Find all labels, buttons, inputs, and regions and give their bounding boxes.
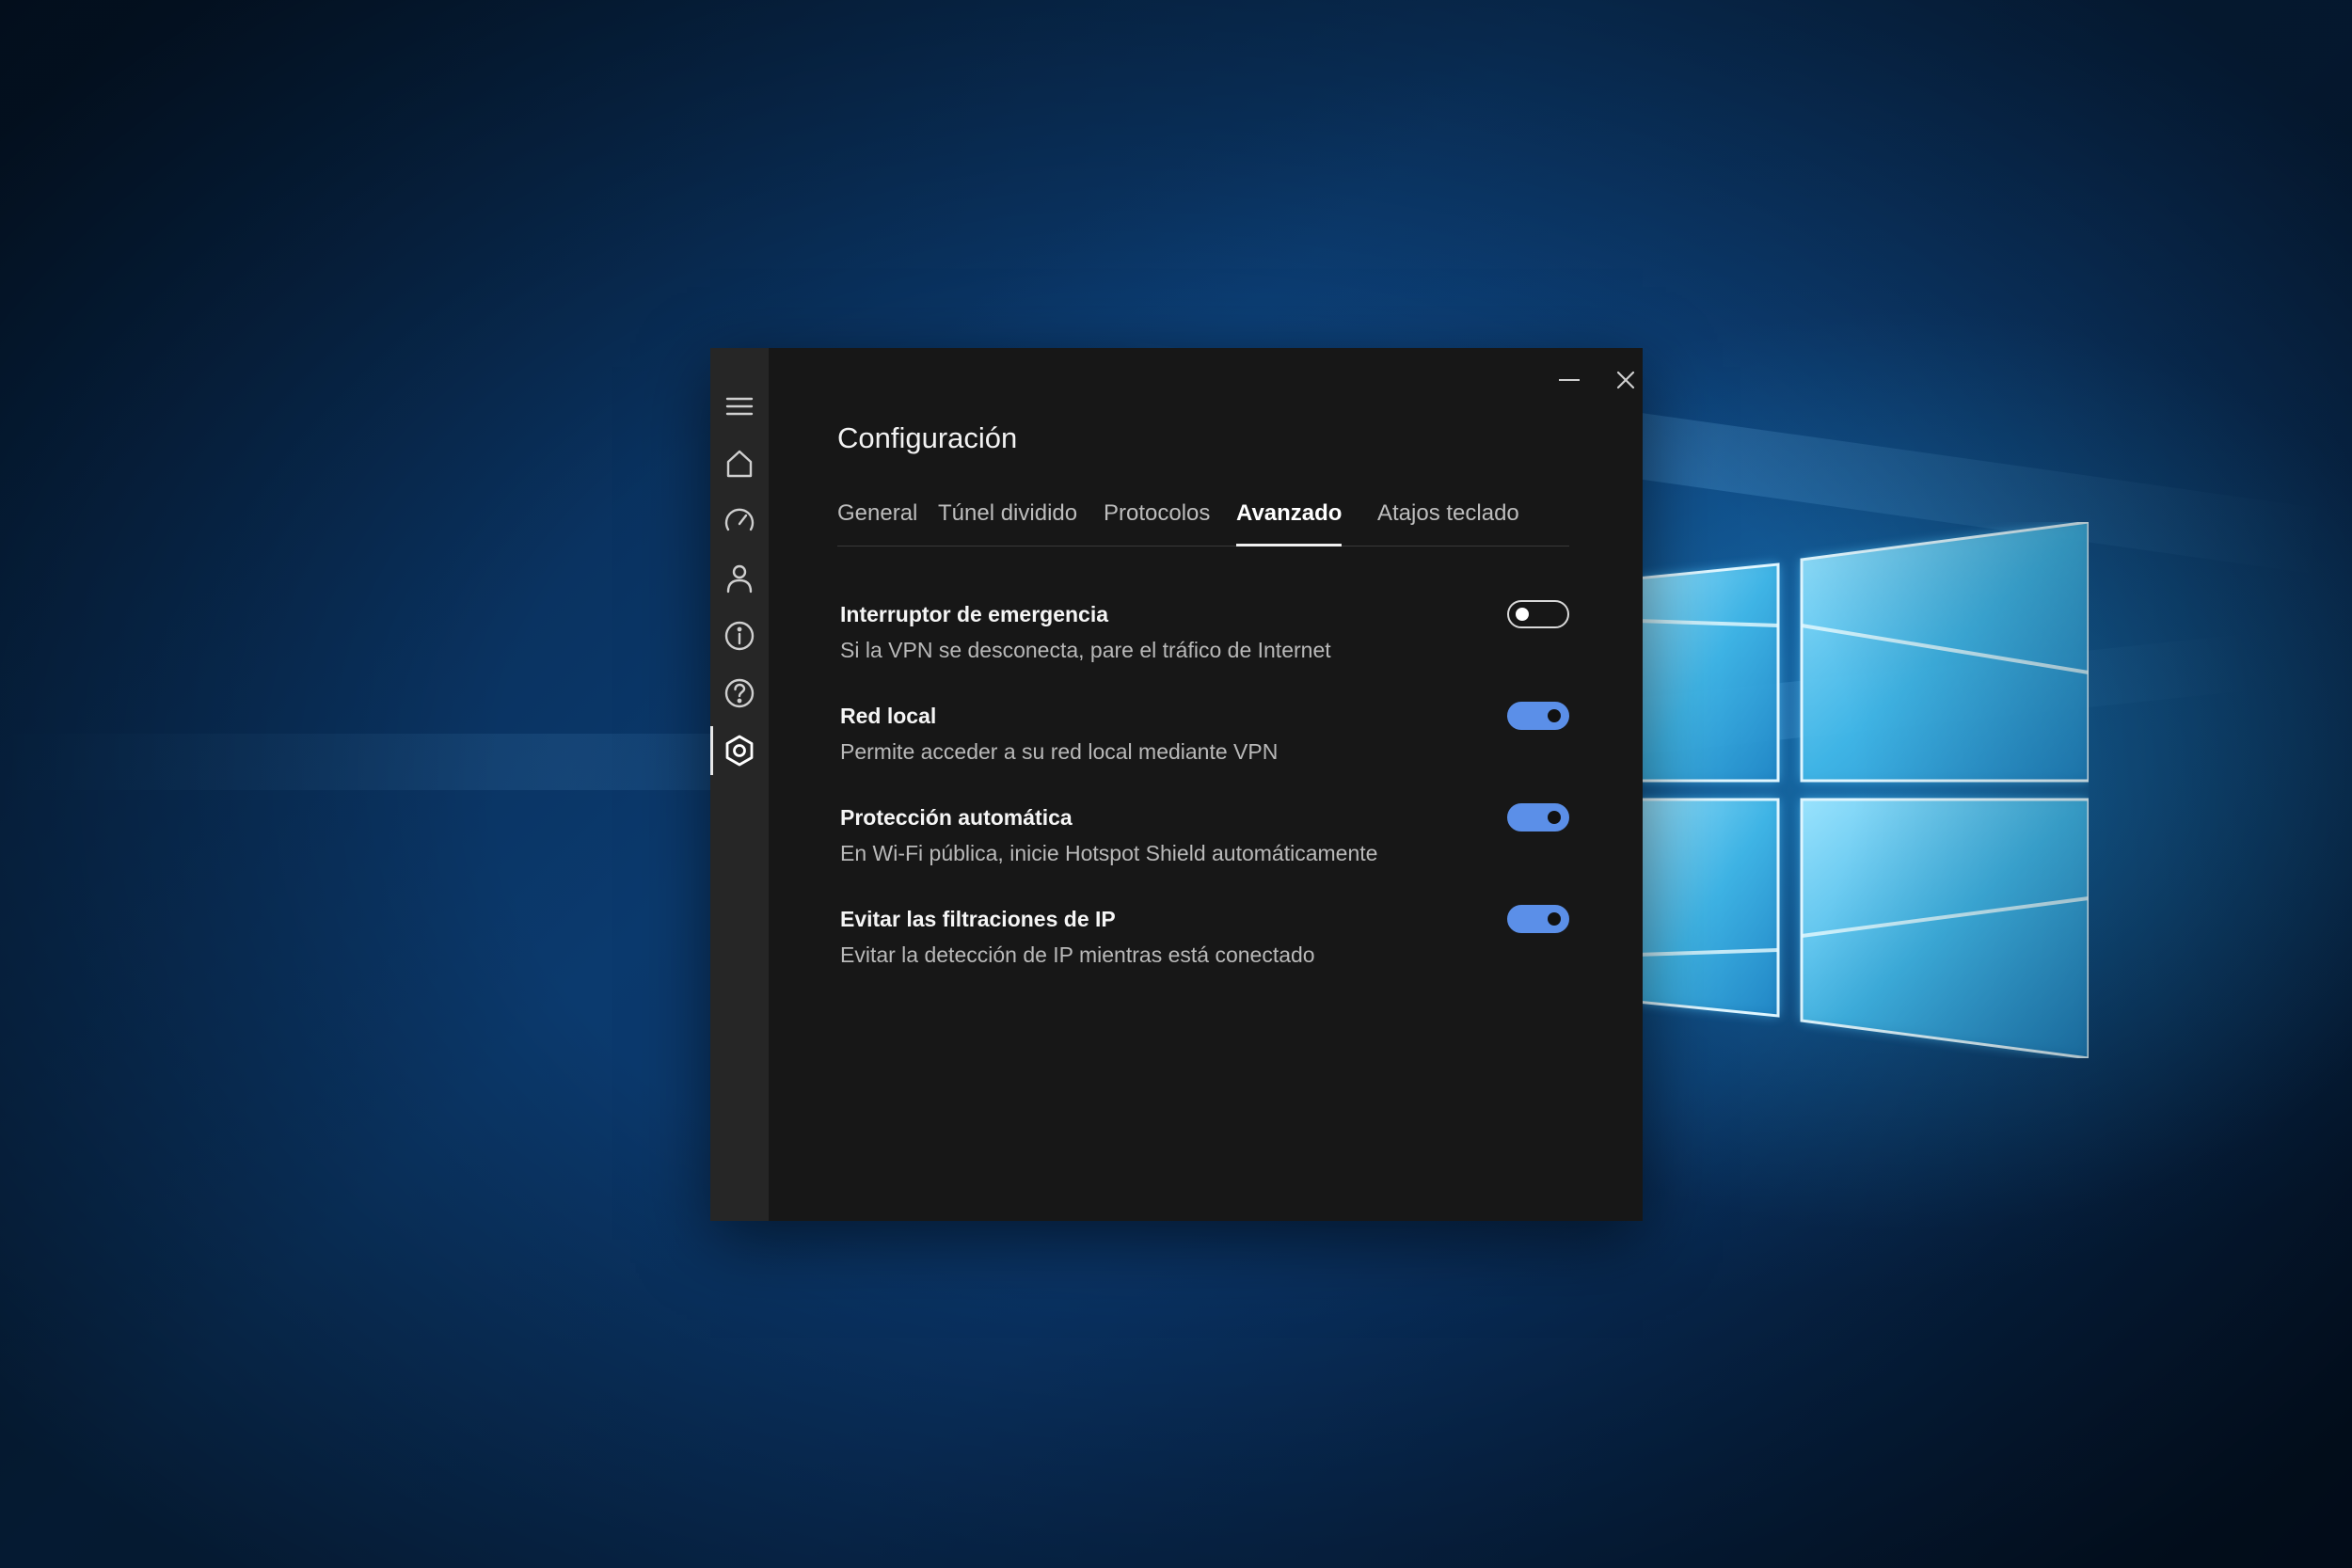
setting-description: Permite acceder a su red local mediante …: [840, 739, 1279, 764]
sidebar-item-home[interactable]: [710, 439, 769, 488]
account-icon: [726, 564, 753, 594]
setting-title: Red local: [840, 704, 937, 728]
tab-split-tunnel[interactable]: Túnel dividido: [938, 500, 1077, 546]
close-icon: [1616, 371, 1635, 389]
toggle-knob: [1548, 709, 1561, 722]
kill-switch-toggle[interactable]: [1507, 600, 1569, 628]
setting-title: Protección automática: [840, 805, 1073, 830]
home-icon: [726, 450, 753, 478]
setting-description: Evitar la detección de IP mientras está …: [840, 942, 1315, 967]
setting-title: Evitar las filtraciones de IP: [840, 907, 1116, 931]
setting-description: Si la VPN se desconecta, pare el tráfico…: [840, 638, 1331, 662]
settings-gear-icon: [725, 735, 754, 767]
toggle-knob: [1548, 912, 1561, 926]
tab-advanced[interactable]: Avanzado: [1236, 500, 1343, 546]
minimize-button[interactable]: [1547, 361, 1592, 399]
local-network-toggle[interactable]: [1507, 702, 1569, 730]
setting-description: En Wi-Fi pública, inicie Hotspot Shield …: [840, 841, 1378, 865]
settings-tabs: General Túnel dividido Protocolos Avanza…: [837, 500, 1569, 546]
sidebar-item-account[interactable]: [710, 554, 769, 603]
speed-gauge-icon: [724, 508, 755, 531]
close-button[interactable]: [1603, 361, 1648, 399]
sidebar-item-settings[interactable]: [710, 726, 769, 775]
setting-auto-protection: Protección automática En Wi-Fi pública, …: [840, 803, 1569, 890]
minimize-icon: [1559, 379, 1580, 381]
sidebar-item-help[interactable]: [710, 669, 769, 718]
tab-shortcuts[interactable]: Atajos teclado: [1377, 500, 1519, 546]
windows-logo: [1637, 522, 2089, 1058]
settings-panel: Configuración General Túnel dividido Pro…: [769, 348, 1643, 1221]
help-icon: [724, 678, 755, 708]
sidebar-item-info[interactable]: [710, 611, 769, 660]
tab-general[interactable]: General: [837, 500, 917, 546]
setting-ip-leak-protection: Evitar las filtraciones de IP Evitar la …: [840, 905, 1569, 991]
setting-local-network: Red local Permite acceder a su red local…: [840, 702, 1569, 788]
sidebar-item-menu[interactable]: [710, 382, 769, 431]
setting-title: Interruptor de emergencia: [840, 602, 1109, 626]
sidebar: [710, 348, 769, 1221]
toggle-knob: [1548, 811, 1561, 824]
auto-protection-toggle[interactable]: [1507, 803, 1569, 832]
hamburger-menu-icon: [725, 397, 754, 416]
sidebar-item-speed[interactable]: [710, 497, 769, 546]
page-title: Configuración: [837, 421, 1018, 454]
tab-protocols[interactable]: Protocolos: [1104, 500, 1210, 546]
info-icon: [724, 621, 755, 651]
ip-leak-toggle[interactable]: [1507, 905, 1569, 933]
setting-kill-switch: Interruptor de emergencia Si la VPN se d…: [840, 600, 1569, 687]
app-window: Configuración General Túnel dividido Pro…: [710, 348, 1643, 1221]
toggle-knob: [1516, 608, 1529, 621]
